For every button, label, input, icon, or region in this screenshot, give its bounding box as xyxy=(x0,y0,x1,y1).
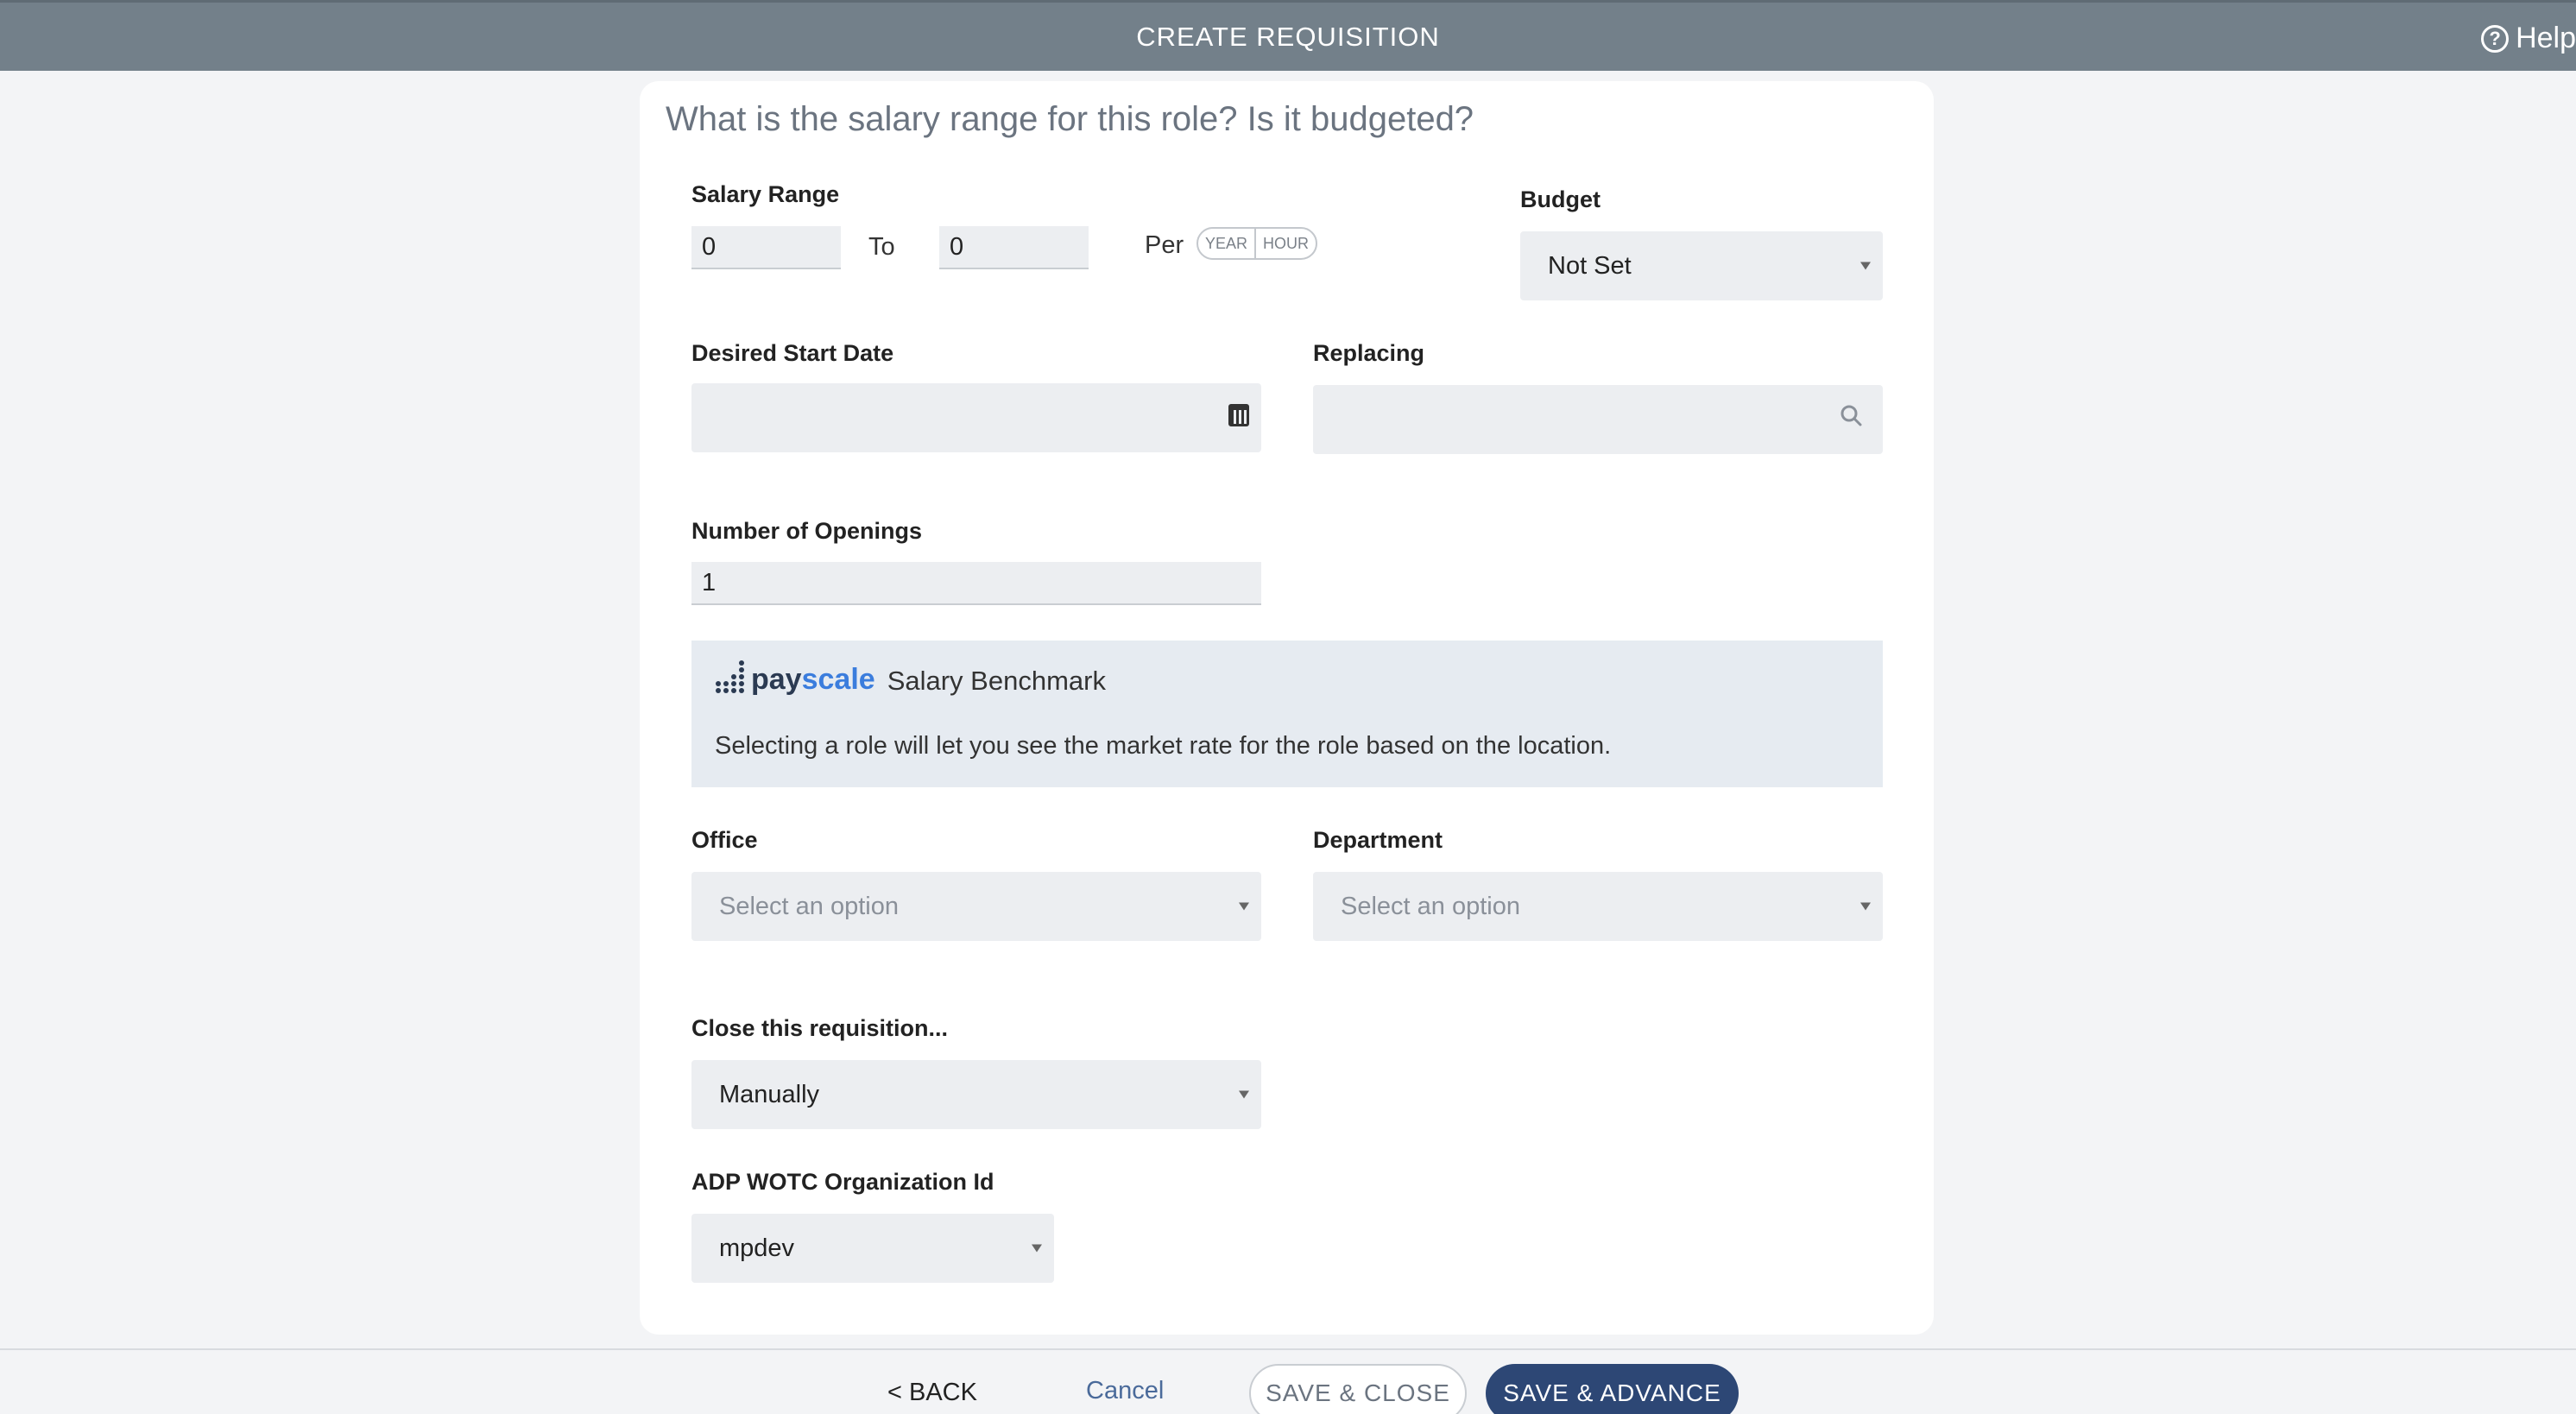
department-placeholder: Select an option xyxy=(1341,892,1520,920)
salary-range-label: Salary Range xyxy=(691,181,840,207)
salary-per-label: Per xyxy=(1145,231,1184,259)
save-close-button[interactable]: SAVE & CLOSE xyxy=(1249,1364,1467,1414)
budget-label: Budget xyxy=(1520,186,1601,212)
department-label: Department xyxy=(1313,827,1443,853)
adp-org-select[interactable]: mpdev xyxy=(691,1214,1054,1283)
payscale-logo: payscale Salary Benchmark xyxy=(715,656,1106,694)
search-icon xyxy=(1840,405,1862,426)
budget-value: Not Set xyxy=(1548,251,1632,280)
close-requisition-select[interactable]: Manually xyxy=(691,1060,1261,1129)
payscale-bars-icon xyxy=(716,660,744,693)
period-year-option[interactable]: YEAR xyxy=(1198,229,1254,258)
help-button[interactable]: ? Help xyxy=(2481,22,2576,55)
adp-org-value: mpdev xyxy=(719,1234,795,1262)
office-placeholder: Select an option xyxy=(719,892,899,920)
salary-period-toggle: YEAR HOUR xyxy=(1196,227,1318,260)
replacing-label: Replacing xyxy=(1313,340,1425,366)
close-requisition-label: Close this requisition... xyxy=(691,1015,949,1041)
office-select[interactable]: Select an option xyxy=(691,872,1261,941)
page-title: CREATE REQUISITION xyxy=(1136,21,1440,52)
chevron-down-icon xyxy=(1239,1090,1249,1099)
chevron-down-icon xyxy=(1032,1244,1042,1253)
openings-label: Number of Openings xyxy=(691,518,923,544)
replacing-search-input[interactable] xyxy=(1313,385,1883,454)
cancel-link[interactable]: Cancel xyxy=(1086,1377,1164,1405)
top-bar: CREATE REQUISITION ? Help xyxy=(0,0,2576,71)
save-advance-button[interactable]: SAVE & ADVANCE xyxy=(1486,1364,1739,1414)
help-label: Help xyxy=(2516,22,2576,54)
close-requisition-value: Manually xyxy=(719,1080,820,1108)
salary-max-input[interactable]: 0 xyxy=(939,226,1089,269)
salary-min-input[interactable]: 0 xyxy=(691,226,841,269)
office-label: Office xyxy=(691,827,758,853)
salary-benchmark-title: Salary Benchmark xyxy=(887,666,1106,696)
chevron-down-icon xyxy=(1860,262,1871,270)
start-date-label: Desired Start Date xyxy=(691,340,894,366)
openings-input[interactable]: 1 xyxy=(691,562,1261,605)
department-select[interactable]: Select an option xyxy=(1313,872,1883,941)
back-button[interactable]: < BACK xyxy=(887,1379,977,1407)
calendar-icon[interactable] xyxy=(1228,404,1249,426)
chevron-down-icon xyxy=(1239,902,1249,911)
start-date-input[interactable] xyxy=(691,383,1261,452)
section-question: What is the salary range for this role? … xyxy=(666,100,1474,138)
adp-org-label: ADP WOTC Organization Id xyxy=(691,1169,994,1195)
payscale-message: Selecting a role will let you see the ma… xyxy=(715,732,1612,760)
salary-to-label: To xyxy=(868,233,895,261)
question-circle-icon: ? xyxy=(2481,24,2510,53)
period-hour-option[interactable]: HOUR xyxy=(1254,229,1316,258)
chevron-down-icon xyxy=(1860,902,1871,911)
budget-select[interactable]: Not Set xyxy=(1520,231,1883,300)
payscale-wordmark: payscale xyxy=(751,663,875,696)
